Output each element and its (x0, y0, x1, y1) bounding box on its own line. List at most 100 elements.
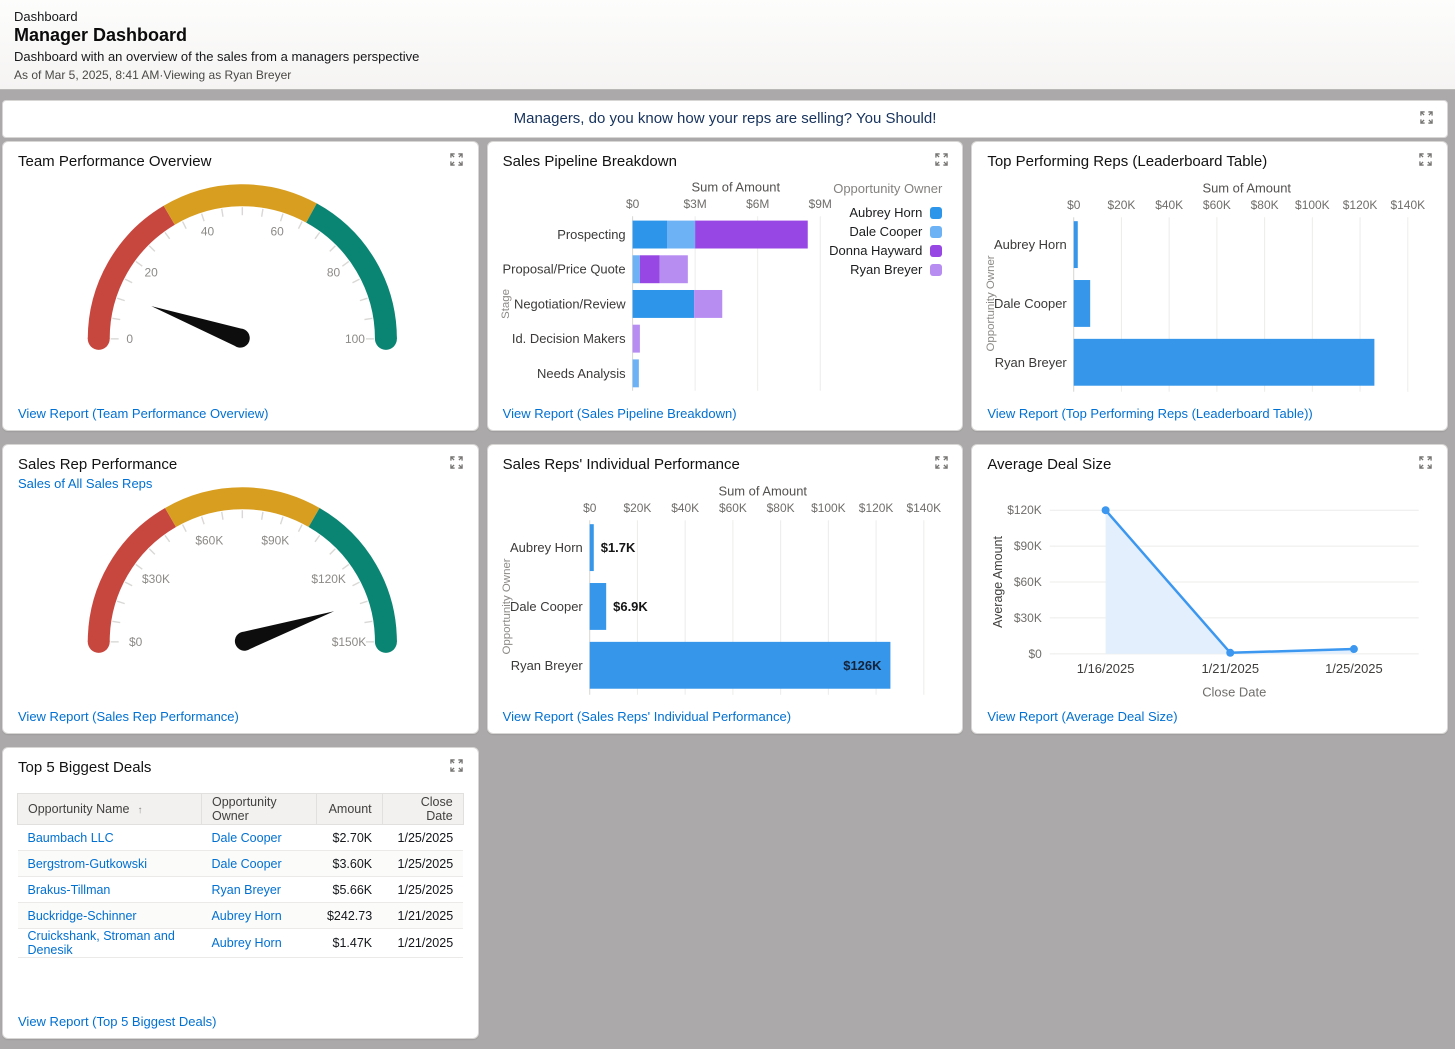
svg-text:60: 60 (270, 225, 284, 239)
view-report-link[interactable]: View Report (Sales Reps' Individual Perf… (503, 709, 791, 724)
legend-item[interactable]: Aubrey Horn (829, 203, 942, 222)
dashboard-header: Dashboard Manager Dashboard Dashboard wi… (0, 0, 1455, 90)
pipeline-legend: Opportunity Owner Aubrey Horn Dale Cooper D… (829, 181, 942, 279)
svg-text:Sum of Amount: Sum of Amount (1203, 180, 1292, 195)
svg-text:Ryan Breyer: Ryan Breyer (995, 355, 1068, 370)
breadcrumb[interactable]: Dashboard (14, 9, 1439, 24)
svg-text:Ryan Breyer: Ryan Breyer (510, 658, 583, 673)
svg-text:$20K: $20K (1108, 198, 1136, 212)
opportunity-name-link[interactable]: Buckridge-Schinner (18, 903, 202, 929)
opportunity-name-link[interactable]: Brakus-Tillman (18, 877, 202, 903)
panel-sales-reps-individual-performance: Sales Reps' Individual Performance Sum o… (487, 444, 964, 734)
opportunity-owner-link[interactable]: Dale Cooper (201, 825, 317, 851)
svg-text:$0: $0 (583, 501, 597, 515)
view-report-link[interactable]: View Report (Average Deal Size) (987, 709, 1177, 724)
svg-text:$9M: $9M (808, 197, 831, 211)
amount-cell: $3.60K (317, 851, 382, 877)
svg-text:Proposal/Price Quote: Proposal/Price Quote (502, 262, 625, 277)
legend-label: Ryan Breyer (850, 262, 922, 277)
svg-text:$60K: $60K (1014, 575, 1042, 589)
view-report-link[interactable]: View Report (Top Performing Reps (Leader… (987, 406, 1312, 421)
legend-title: Opportunity Owner (829, 181, 942, 196)
last-refresh-meta: As of Mar 5, 2025, 8:41 AM·Viewing as Ry… (14, 68, 1439, 82)
svg-text:$30K: $30K (1014, 611, 1042, 625)
line-chart: $0$30K$60K$90K$120K1/16/20251/21/20251/2… (972, 445, 1447, 733)
amount-cell: $242.73 (317, 903, 382, 929)
view-report-link[interactable]: View Report (Sales Rep Performance) (18, 709, 239, 724)
column-header[interactable]: Opportunity Name↑ (18, 794, 202, 825)
legend-item[interactable]: Donna Hayward (829, 241, 942, 260)
svg-text:$40K: $40K (671, 501, 699, 515)
svg-text:80: 80 (327, 266, 341, 280)
expand-icon[interactable] (1416, 109, 1436, 129)
view-report-link[interactable]: View Report (Sales Pipeline Breakdown) (503, 406, 737, 421)
legend-label: Dale Cooper (849, 224, 922, 239)
svg-text:$40K: $40K (1156, 198, 1184, 212)
close-date-cell: 1/25/2025 (382, 877, 463, 903)
svg-text:20: 20 (145, 266, 159, 280)
legend-label: Aubrey Horn (849, 205, 922, 220)
svg-text:$140K: $140K (1391, 198, 1426, 212)
svg-text:1/16/2025: 1/16/2025 (1077, 661, 1135, 676)
svg-text:Sum of Amount: Sum of Amount (718, 483, 807, 498)
banner-text: Managers, do you know how your reps are … (3, 101, 1447, 137)
svg-text:Average Amount: Average Amount (991, 536, 1005, 628)
close-date-cell: 1/25/2025 (382, 851, 463, 877)
svg-text:Stage: Stage (500, 289, 512, 319)
svg-text:Negotiation/Review: Negotiation/Review (514, 296, 626, 311)
svg-text:Opportunity Owner: Opportunity Owner (501, 558, 513, 654)
svg-text:Dale Cooper: Dale Cooper (994, 296, 1067, 311)
svg-text:$0: $0 (129, 635, 143, 649)
column-header[interactable]: Amount (317, 794, 382, 825)
svg-text:Dale Cooper: Dale Cooper (510, 599, 583, 614)
svg-text:$100K: $100K (811, 501, 846, 515)
svg-text:Id. Decision Makers: Id. Decision Makers (512, 331, 626, 346)
svg-text:$6M: $6M (746, 197, 769, 211)
view-report-link[interactable]: View Report (Top 5 Biggest Deals) (18, 1014, 216, 1029)
svg-text:$120K: $120K (858, 501, 893, 515)
opportunity-owner-link[interactable]: Aubrey Horn (201, 903, 317, 929)
panel-team-performance-overview: Team Performance Overview 020406080100 V… (2, 141, 479, 431)
view-report-link[interactable]: View Report (Team Performance Overview) (18, 406, 268, 421)
svg-text:$140K: $140K (906, 501, 941, 515)
table-row: Bergstrom-GutkowskiDale Cooper$3.60K1/25… (18, 851, 464, 877)
table-row: Buckridge-SchinnerAubrey Horn$242.731/21… (18, 903, 464, 929)
opportunity-name-link[interactable]: Cruickshank, Stroman and Denesik (18, 929, 202, 958)
panel-title: Top 5 Biggest Deals (18, 759, 151, 776)
legend-swatch (930, 264, 942, 276)
close-date-cell: 1/25/2025 (382, 825, 463, 851)
legend-item[interactable]: Ryan Breyer (829, 260, 942, 279)
svg-text:$90K: $90K (1014, 539, 1042, 553)
svg-text:$60K: $60K (1203, 198, 1231, 212)
svg-text:Close Date: Close Date (1203, 685, 1267, 700)
column-header[interactable]: Close Date (382, 794, 463, 825)
opportunity-name-link[interactable]: Bergstrom-Gutkowski (18, 851, 202, 877)
gauge-chart: $0$30K$60K$90K$120K$150K (3, 445, 478, 733)
svg-text:100: 100 (345, 332, 365, 346)
panel-top-performing-reps: Top Performing Reps (Leaderboard Table) … (971, 141, 1448, 431)
svg-text:Opportunity Owner: Opportunity Owner (985, 255, 997, 351)
close-date-cell: 1/21/2025 (382, 903, 463, 929)
amount-cell: $1.47K (317, 929, 382, 958)
opportunity-owner-link[interactable]: Dale Cooper (201, 851, 317, 877)
sort-ascending-icon: ↑ (137, 805, 142, 816)
svg-text:$120K: $120K (1343, 198, 1378, 212)
opportunity-name-link[interactable]: Baumbach LLC (18, 825, 202, 851)
expand-icon[interactable] (447, 757, 467, 777)
empty-grid-cell (971, 747, 1448, 1039)
svg-text:$60K: $60K (195, 533, 223, 547)
legend-item[interactable]: Dale Cooper (829, 222, 942, 241)
legend-swatch (930, 207, 942, 219)
panel-average-deal-size: Average Deal Size $0$30K$60K$90K$120K1/1… (971, 444, 1448, 734)
svg-text:$100K: $100K (1295, 198, 1330, 212)
svg-text:$6.9K: $6.9K (613, 599, 648, 614)
svg-text:Needs Analysis: Needs Analysis (537, 366, 626, 381)
opportunity-owner-link[interactable]: Ryan Breyer (201, 877, 317, 903)
opportunity-owner-link[interactable]: Aubrey Horn (201, 929, 317, 958)
panel-top-5-biggest-deals: Top 5 Biggest Deals Opportunity Name↑Opp… (2, 747, 479, 1039)
legend-swatch (930, 226, 942, 238)
svg-text:Sum of Amount: Sum of Amount (691, 179, 780, 194)
svg-text:1/25/2025: 1/25/2025 (1325, 661, 1383, 676)
column-header[interactable]: Opportunity Owner (201, 794, 317, 825)
deals-table-header[interactable]: Opportunity Name↑Opportunity OwnerAmount… (18, 794, 464, 825)
